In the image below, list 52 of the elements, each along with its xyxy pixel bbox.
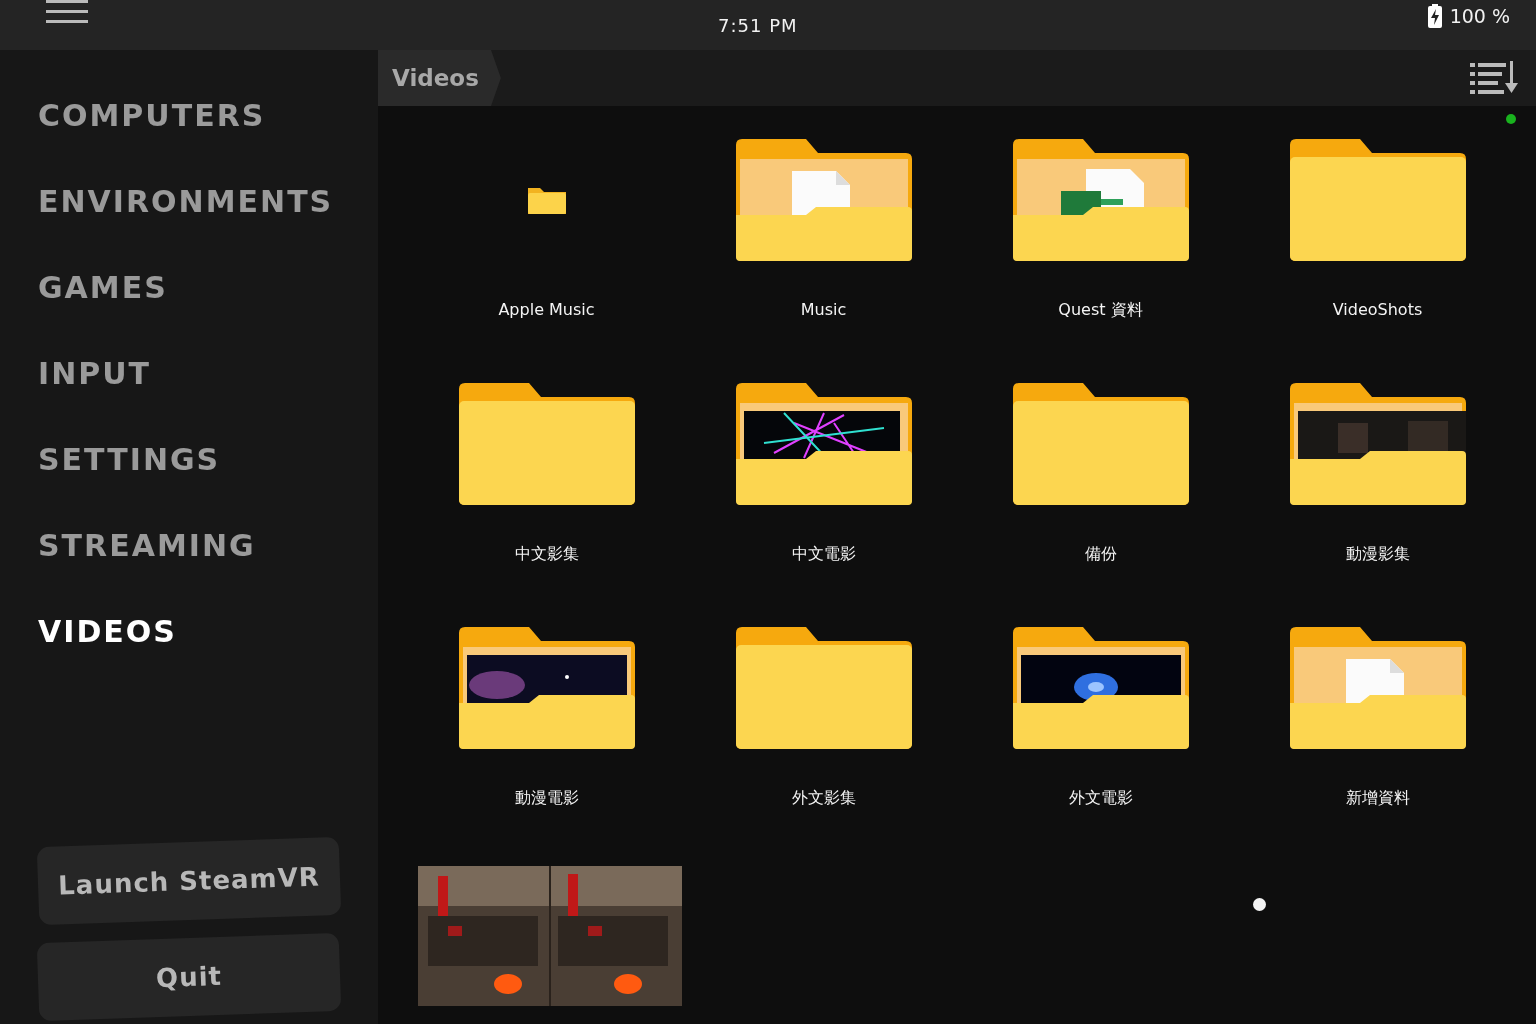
- folder-name: 動漫影集: [1345, 544, 1410, 565]
- folder-name: 備份: [1084, 544, 1117, 565]
- folder-name: Quest 資料: [1058, 300, 1143, 321]
- folder-icon: [527, 186, 566, 214]
- quit-button[interactable]: Quit: [36, 932, 342, 1022]
- sidebar-item[interactable]: INPUT: [38, 330, 152, 416]
- folder-name: VideoShots: [1332, 300, 1423, 319]
- folder-tile[interactable]: 中文影集: [408, 370, 685, 614]
- folder-tile[interactable]: VideoShots: [1239, 126, 1516, 370]
- battery-charging-icon: [1427, 4, 1442, 28]
- folder-name: 外文影集: [791, 788, 856, 809]
- folder-name: 中文電影: [791, 544, 856, 565]
- folder-tile[interactable]: 外文影集: [685, 614, 962, 858]
- folder-icon: [1287, 627, 1468, 749]
- folder-tile[interactable]: Apple Music: [408, 126, 685, 370]
- status-dot: [1506, 114, 1516, 124]
- folder-icon: [1010, 139, 1191, 261]
- sidebar-item[interactable]: SETTINGS: [38, 416, 221, 502]
- launch-button[interactable]: Launch SteamVR: [36, 836, 342, 926]
- folder-tile[interactable]: 動漫電影: [408, 614, 685, 858]
- folder-tile[interactable]: Quest 資料: [962, 126, 1239, 370]
- sidebar-item[interactable]: ENVIRONMENTS: [38, 158, 334, 244]
- folder-name: 動漫電影: [514, 788, 579, 809]
- folder-icon: [733, 383, 914, 505]
- folder-tile[interactable]: 中文電影: [685, 370, 962, 614]
- folder-name: Apple Music: [498, 300, 595, 319]
- folder-icon: [733, 139, 914, 261]
- page-indicator-dot[interactable]: [1253, 898, 1266, 911]
- folder-icon: [1010, 383, 1191, 505]
- folder-name: Music: [800, 300, 847, 319]
- folder-icon: [456, 627, 637, 749]
- sidebar-item[interactable]: VIDEOS: [38, 588, 177, 674]
- folder-name: 新增資料: [1345, 788, 1410, 809]
- folder-icon: [1287, 383, 1468, 505]
- clock: 7:51 PM: [718, 14, 798, 36]
- folder-icon: [1287, 139, 1468, 261]
- folder-icon: [733, 627, 914, 749]
- folder-tile[interactable]: Music: [685, 126, 962, 370]
- folder-tile[interactable]: 外文電影: [962, 614, 1239, 858]
- folder-tile[interactable]: 備份: [962, 370, 1239, 614]
- battery-level: 100 %: [1449, 5, 1510, 27]
- folder-tile[interactable]: 動漫影集: [1239, 370, 1516, 614]
- folder-tile[interactable]: 新增資料: [1239, 614, 1516, 858]
- sidebar-item[interactable]: GAMES: [38, 244, 168, 330]
- sort-list-icon[interactable]: [1470, 61, 1520, 95]
- folder-icon: [456, 383, 637, 505]
- folder-name: 外文電影: [1068, 788, 1133, 809]
- sidebar-item[interactable]: COMPUTERS: [38, 72, 266, 158]
- folder-name: 中文影集: [514, 544, 579, 565]
- breadcrumb-item[interactable]: Videos: [378, 50, 501, 106]
- folder-icon: [1010, 627, 1191, 749]
- sidebar-item[interactable]: STREAMING: [38, 502, 256, 588]
